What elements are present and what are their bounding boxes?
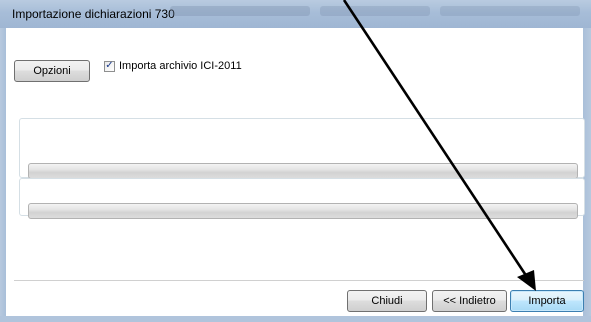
progress-group-1 — [19, 118, 585, 179]
import-button[interactable]: Importa — [510, 290, 584, 312]
close-button[interactable]: Chiudi — [347, 290, 427, 312]
window-title: Importazione dichiarazioni 730 — [12, 7, 175, 21]
progress-bar-2 — [28, 203, 578, 219]
back-button[interactable]: << Indietro — [432, 290, 507, 312]
import-dialog-window: Importazione dichiarazioni 730 Opzioni ✓… — [0, 0, 591, 322]
progress-group-2 — [19, 178, 585, 219]
options-button[interactable]: Opzioni — [14, 60, 90, 82]
title-bar[interactable]: Importazione dichiarazioni 730 — [0, 0, 591, 28]
progress-bar-1 — [28, 163, 578, 179]
footer-separator — [14, 280, 584, 281]
blurred-background-tab — [320, 6, 430, 16]
import-ici-checkbox-row[interactable]: ✓ Importa archivio ICI-2011 — [104, 60, 242, 72]
import-ici-checkbox[interactable]: ✓ — [104, 60, 115, 72]
window-frame-bottom — [0, 316, 591, 322]
checkmark-icon: ✓ — [105, 60, 114, 71]
import-ici-checkbox-label: Importa archivio ICI-2011 — [119, 60, 242, 72]
blurred-background-tab — [170, 6, 310, 16]
blurred-background-tab — [440, 6, 580, 16]
